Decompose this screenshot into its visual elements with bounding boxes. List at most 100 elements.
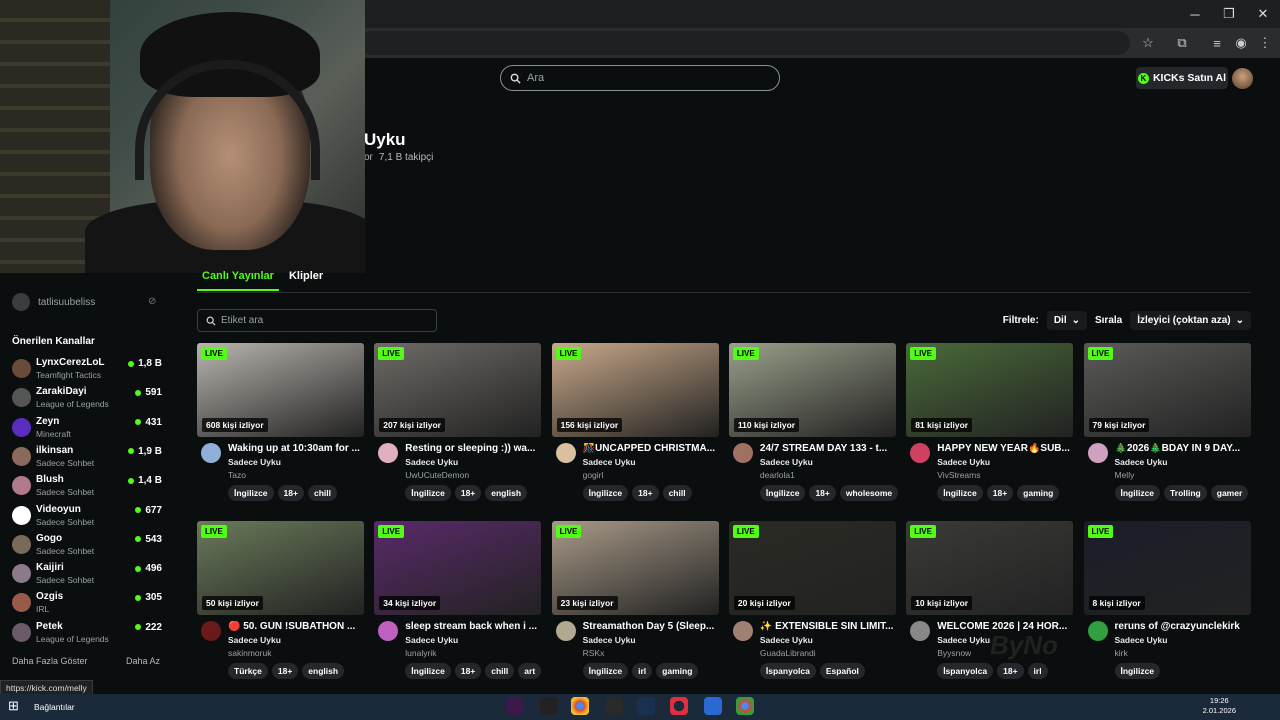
stream-category[interactable]: Sadece Uyku — [760, 457, 813, 467]
tag-chip[interactable]: 18+ — [997, 663, 1024, 679]
media-control-icon[interactable]: ≡ — [1208, 34, 1226, 52]
tag-chip[interactable]: irl — [632, 663, 653, 679]
stream-thumbnail[interactable]: LIVE 20 kişi izliyor — [728, 521, 896, 615]
tag-chip[interactable]: irl — [1027, 663, 1048, 679]
recommended-channel[interactable]: Gogo Sadece Sohbet 543 — [12, 531, 162, 560]
stream-category[interactable]: Sadece Uyku — [228, 635, 281, 645]
recommended-channel[interactable]: Petek League of Legends 222 — [12, 619, 162, 648]
streamer-name[interactable]: sakinmoruk — [228, 648, 271, 658]
tag-chip[interactable]: İngilizce — [1114, 485, 1161, 501]
stream-category[interactable]: Sadece Uyku — [1115, 457, 1168, 467]
stream-category[interactable]: Sadece Uyku — [583, 635, 636, 645]
stream-category[interactable]: Sadece Uyku — [760, 635, 813, 645]
stream-title[interactable]: sleep stream back when i ... — [405, 621, 539, 632]
tag-chip[interactable]: chill — [662, 485, 692, 501]
stream-category[interactable]: Sadece Uyku — [405, 457, 458, 467]
show-more-link[interactable]: Daha Fazla Göster — [12, 656, 88, 666]
stream-category[interactable]: Sadece Uyku — [405, 635, 458, 645]
restore-icon[interactable]: ❐ — [1212, 0, 1246, 28]
tag-chip[interactable]: gaming — [656, 663, 699, 679]
tag-chip[interactable]: İngilizce — [582, 663, 629, 679]
stream-thumbnail[interactable]: LIVE 34 kişi izliyor — [374, 521, 542, 615]
language-filter-dropdown[interactable]: Dil ⌄ — [1046, 311, 1087, 330]
buy-kicks-button[interactable]: K KICKs Satın Al — [1136, 67, 1228, 89]
streamer-name[interactable]: lunalyrik — [405, 648, 436, 658]
avatar[interactable] — [732, 621, 753, 641]
stream-card[interactable]: LIVE 110 kişi izliyor 24/7 STREAM DAY 13… — [728, 343, 899, 508]
tag-chip[interactable]: chill — [307, 485, 337, 501]
streamer-name[interactable]: dearlola1 — [760, 470, 795, 480]
stream-card[interactable]: LIVE 79 kişi izliyor 🎄2026🎄BDAY IN 9 DAY… — [1083, 343, 1251, 508]
avatar[interactable] — [1087, 621, 1108, 641]
streamer-name[interactable]: Melly — [1115, 470, 1135, 480]
streamer-name[interactable]: RSKx — [583, 648, 605, 658]
recommended-channel[interactable]: Blush Sadece Sohbet 1,4 B — [12, 472, 162, 501]
tag-chip[interactable]: İngilizce — [937, 485, 983, 501]
stream-thumbnail[interactable]: LIVE 207 kişi izliyor — [374, 343, 542, 437]
tag-chip[interactable]: İngilizce — [1114, 663, 1161, 679]
sort-dropdown[interactable]: İzleyici (çoktan aza) ⌄ — [1130, 311, 1251, 330]
address-bar[interactable] — [360, 31, 1130, 55]
streamer-name[interactable]: VivStreams — [937, 470, 980, 480]
app-icon[interactable] — [540, 697, 558, 715]
chrome-icon[interactable] — [571, 697, 589, 715]
stream-title[interactable]: 🎄2026🎄BDAY IN 9 DAY... — [1115, 443, 1249, 454]
chrome-icon[interactable] — [736, 697, 754, 715]
tag-chip[interactable]: 18+ — [277, 485, 304, 501]
stream-title[interactable]: Waking up at 10:30am for ... — [228, 443, 362, 454]
tag-chip[interactable]: İngilizce — [759, 485, 806, 501]
stream-category[interactable]: Sadece Uyku — [937, 635, 990, 645]
tag-chip[interactable]: İngilizce — [582, 485, 629, 501]
stream-title[interactable]: Streamathon Day 5 (Sleep... — [583, 621, 717, 632]
recommended-channel[interactable]: Videoyun Sadece Sohbet 677 — [12, 502, 162, 531]
tag-chip[interactable]: İngilizce — [405, 663, 451, 679]
tag-chip[interactable]: english — [302, 663, 345, 679]
stream-title[interactable]: reruns of @crazyunclekirk — [1115, 621, 1249, 632]
followed-channel[interactable]: tatlisuubeliss — [12, 293, 95, 311]
stream-card[interactable]: LIVE 207 kişi izliyor Resting or sleepin… — [374, 343, 542, 508]
stream-category[interactable]: Sadece Uyku — [583, 457, 636, 467]
tag-chip[interactable]: wholesome — [839, 485, 899, 501]
tag-chip[interactable]: İspanyolca — [937, 663, 994, 679]
stream-title[interactable]: Resting or sleeping :)) wa... — [405, 443, 539, 454]
stream-card[interactable]: LIVE 20 kişi izliyor ✨ EXTENSIBLE SIN LI… — [728, 521, 896, 686]
show-less-link[interactable]: Daha Az — [126, 656, 160, 666]
stream-card[interactable]: LIVE 50 kişi izliyor 🔴 50. GÜN !SUBATHON… — [197, 521, 364, 686]
stream-title[interactable]: 🎊UNCAPPED CHRISTMA... — [583, 443, 717, 454]
recommended-channel[interactable]: Zeyn Minecraft 431 — [12, 414, 162, 443]
menu-kebab-icon[interactable]: ⋮ — [1256, 34, 1274, 52]
streamer-name[interactable]: kirk — [1115, 648, 1128, 658]
stream-card[interactable]: LIVE 8 kişi izliyor reruns of @crazyuncl… — [1083, 521, 1251, 686]
steam-icon[interactable] — [637, 697, 655, 715]
avatar[interactable] — [378, 621, 399, 641]
tag-chip[interactable]: 18+ — [986, 485, 1014, 501]
tag-chip[interactable]: Türkçe — [228, 663, 268, 679]
streamer-name[interactable]: Byysnow — [937, 648, 971, 658]
recommended-channel[interactable]: Kaijiri Sadece Sohbet 496 — [12, 560, 162, 589]
streamer-name[interactable]: UwUCuteDemon — [405, 470, 469, 480]
stream-card[interactable]: LIVE 81 kişi izliyor HAPPY NEW YEAR🔥SUB.… — [906, 343, 1074, 508]
tag-search-input[interactable]: Etiket ara — [197, 309, 437, 332]
stream-thumbnail[interactable]: LIVE 110 kişi izliyor — [728, 343, 896, 437]
extensions-icon[interactable]: ⧉ — [1173, 34, 1191, 52]
stream-thumbnail[interactable]: LIVE 23 kişi izliyor — [551, 521, 719, 615]
tag-chip[interactable]: Español — [819, 663, 865, 679]
stream-thumbnail[interactable]: LIVE 156 kişi izliyor — [551, 343, 719, 437]
stream-category[interactable]: Sadece Uyku — [1115, 635, 1168, 645]
streamer-name[interactable]: gogirl — [583, 470, 604, 480]
stream-thumbnail[interactable]: LIVE 10 kişi izliyor — [906, 521, 1074, 615]
tag-chip[interactable]: chill — [485, 663, 515, 679]
stream-title[interactable]: 🔴 50. GÜN !SUBATHON ... — [228, 621, 362, 632]
profile-icon[interactable]: ◉ — [1232, 34, 1250, 52]
tag-chip[interactable]: İspanyolca — [759, 663, 816, 679]
tag-chip[interactable]: 18+ — [454, 485, 482, 501]
opera-icon[interactable] — [670, 697, 688, 715]
minimize-icon[interactable]: ─ — [1178, 0, 1212, 28]
stream-thumbnail[interactable]: LIVE 608 kişi izliyor — [197, 343, 364, 437]
avatar[interactable] — [201, 621, 221, 641]
tab-live-streams[interactable]: Canlı Yayınlar — [197, 270, 279, 291]
stream-category[interactable]: Sadece Uyku — [937, 457, 990, 467]
bookmark-star-icon[interactable]: ☆ — [1139, 34, 1157, 52]
avatar[interactable] — [1087, 443, 1108, 463]
app-icon[interactable] — [506, 697, 524, 715]
